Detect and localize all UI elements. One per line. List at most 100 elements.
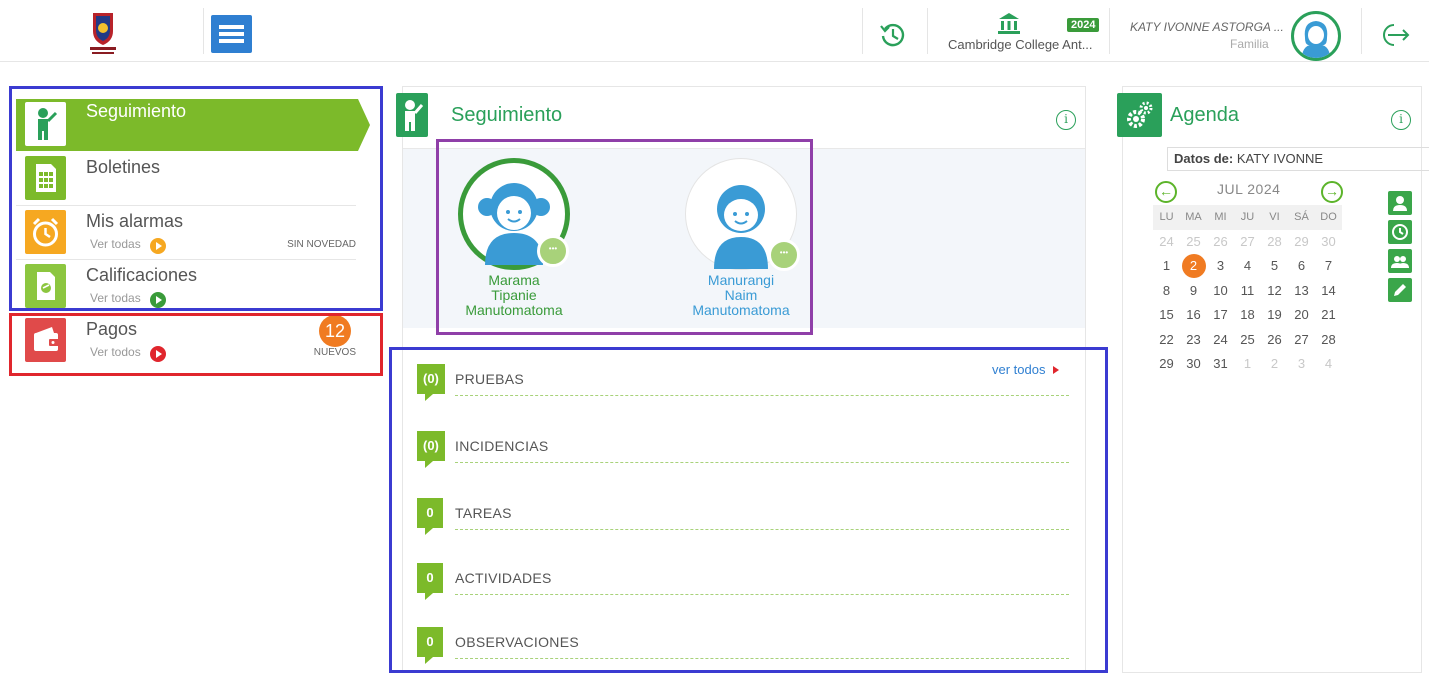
school-selector[interactable]: Cambridge College Ant... — [948, 37, 1093, 52]
calendar-day[interactable]: 18 — [1234, 303, 1261, 328]
calendar-day-number: 28 — [1321, 331, 1336, 347]
calendar-day[interactable]: 6 — [1288, 254, 1315, 279]
calendar-day-number: 2 — [1270, 356, 1279, 371]
calendar-day[interactable]: 9 — [1180, 279, 1207, 304]
calendar-day-number: 10 — [1213, 282, 1228, 298]
calendar-day[interactable]: 13 — [1288, 279, 1315, 304]
calendar-day-number: 17 — [1213, 307, 1228, 322]
calendar-day-number: 3 — [1297, 356, 1306, 371]
highlight-outline — [389, 347, 1108, 673]
calendar-day[interactable]: 17 — [1207, 303, 1234, 328]
calendar-day[interactable]: 22 — [1153, 328, 1180, 353]
calendar-day-number: 25 — [1186, 233, 1201, 249]
calendar-day-number: 18 — [1240, 307, 1255, 322]
year-badge: 2024 — [1067, 18, 1100, 32]
calendar-day[interactable]: 4 — [1315, 352, 1342, 377]
calendar-day-number: 8 — [1162, 282, 1171, 298]
calendar-day-number: 30 — [1186, 356, 1201, 371]
prev-month-arrow-icon[interactable]: ← — [1155, 181, 1177, 203]
next-month-arrow-icon[interactable]: → — [1321, 181, 1343, 203]
calendar-day[interactable]: 26 — [1261, 328, 1288, 353]
history-icon[interactable] — [878, 20, 908, 50]
calendar-day[interactable]: 31 — [1207, 352, 1234, 377]
calendar-day[interactable]: 20 — [1288, 303, 1315, 328]
school-logo[interactable] — [86, 11, 120, 57]
calendar-day[interactable]: 5 — [1261, 254, 1288, 279]
user-role: Familia — [1230, 37, 1269, 51]
calendar-day[interactable]: 2 — [1261, 352, 1288, 377]
calendar-day[interactable]: 27 — [1234, 230, 1261, 255]
calendar-day[interactable]: 10 — [1207, 279, 1234, 304]
calendar-day-number: 13 — [1294, 282, 1309, 298]
calendar-day[interactable]: 4 — [1234, 254, 1261, 279]
calendar-day-number: 15 — [1159, 307, 1174, 322]
calendar-day[interactable]: 15 — [1153, 303, 1180, 328]
user-icon[interactable] — [1388, 191, 1412, 215]
calendar-day-number: 3 — [1216, 258, 1225, 273]
calendar-day[interactable]: 30 — [1315, 230, 1342, 255]
calendar-day[interactable]: 19 — [1261, 303, 1288, 328]
info-icon[interactable]: i — [1391, 110, 1411, 130]
agenda-panel — [1122, 86, 1422, 673]
header-divider — [927, 8, 928, 54]
calendar-day[interactable]: 2 — [1180, 254, 1207, 279]
info-icon[interactable]: i — [1056, 110, 1076, 130]
calendar-day[interactable]: 7 — [1315, 254, 1342, 279]
calendar-day-number: 28 — [1267, 233, 1282, 249]
calendar-day-number: 1 — [1162, 258, 1171, 273]
header-divider — [862, 8, 863, 54]
calendar-day[interactable]: 28 — [1315, 328, 1342, 353]
calendar-day[interactable]: 29 — [1288, 230, 1315, 255]
calendar-week-row: 8 9 10 11 12 13 14 — [1153, 279, 1343, 304]
child-pointing-icon — [396, 93, 428, 137]
menu-toggle-button[interactable] — [211, 15, 252, 53]
calendar-day[interactable]: 27 — [1288, 328, 1315, 353]
calendar-day[interactable]: 3 — [1288, 352, 1315, 377]
calendar-day[interactable]: 24 — [1207, 328, 1234, 353]
calendar-grid: LU MA MI JU VI SÁ DO 24 25 26 27 28 29 30 1 2 3 4 5 6 7 8 9 10 1… — [1153, 205, 1343, 377]
calendar-day[interactable]: 26 — [1207, 230, 1234, 255]
calendar-day[interactable]: 30 — [1180, 352, 1207, 377]
user-avatar[interactable] — [1291, 11, 1341, 61]
calendar-week-row: 123 4 5 6 7 — [1153, 254, 1343, 279]
calendar-day[interactable]: 24 — [1153, 230, 1180, 255]
calendar-day[interactable]: 11 — [1234, 279, 1261, 304]
calendar-day[interactable]: 3 — [1207, 254, 1234, 279]
calendar-day-number: 4 — [1324, 356, 1333, 371]
calendar-weekday: VI — [1261, 205, 1288, 230]
pencil-icon[interactable] — [1388, 278, 1412, 302]
calendar-day[interactable]: 21 — [1315, 303, 1342, 328]
calendar-day-number: 29 — [1294, 233, 1309, 249]
calendar-day[interactable]: 14 — [1315, 279, 1342, 304]
calendar-day[interactable]: 28 — [1261, 230, 1288, 255]
clock-icon[interactable] — [1388, 220, 1412, 244]
calendar-day[interactable]: 25 — [1234, 328, 1261, 353]
calendar-weekday: LU — [1153, 205, 1180, 230]
calendar-day[interactable]: 25 — [1180, 230, 1207, 255]
datos-de-selector[interactable]: Datos de: KATY IVONNE — [1167, 147, 1429, 171]
calendar-day[interactable]: 16 — [1180, 303, 1207, 328]
top-header: 2024 Cambridge College Ant... KATY IVONN… — [0, 0, 1429, 62]
calendar-day[interactable]: 1 — [1153, 254, 1180, 279]
calendar-weekday: SÁ — [1288, 205, 1315, 230]
header-divider — [1109, 8, 1110, 54]
calendar-day[interactable]: 1 — [1234, 352, 1261, 377]
calendar-day-number: 19 — [1267, 307, 1282, 322]
calendar-day[interactable]: 23 — [1180, 328, 1207, 353]
group-icon[interactable] — [1388, 249, 1412, 273]
school-building-icon — [998, 13, 1020, 34]
user-name[interactable]: KATY IVONNE ASTORGA ... — [1130, 20, 1284, 34]
calendar-day-number: 2 — [1181, 254, 1206, 278]
calendar-day-number: 16 — [1186, 307, 1201, 322]
gears-icon — [1117, 93, 1162, 137]
logout-icon[interactable] — [1378, 20, 1414, 50]
calendar-day-number: 27 — [1240, 233, 1255, 249]
highlight-outline — [436, 139, 813, 335]
calendar-day[interactable]: 8 — [1153, 279, 1180, 304]
calendar-day[interactable]: 29 — [1153, 352, 1180, 377]
calendar-day-number: 4 — [1243, 258, 1252, 273]
calendar-day-number: 9 — [1189, 282, 1198, 298]
calendar-day-number: 24 — [1213, 331, 1228, 347]
calendar-day-number: 21 — [1321, 307, 1336, 322]
calendar-day[interactable]: 12 — [1261, 279, 1288, 304]
